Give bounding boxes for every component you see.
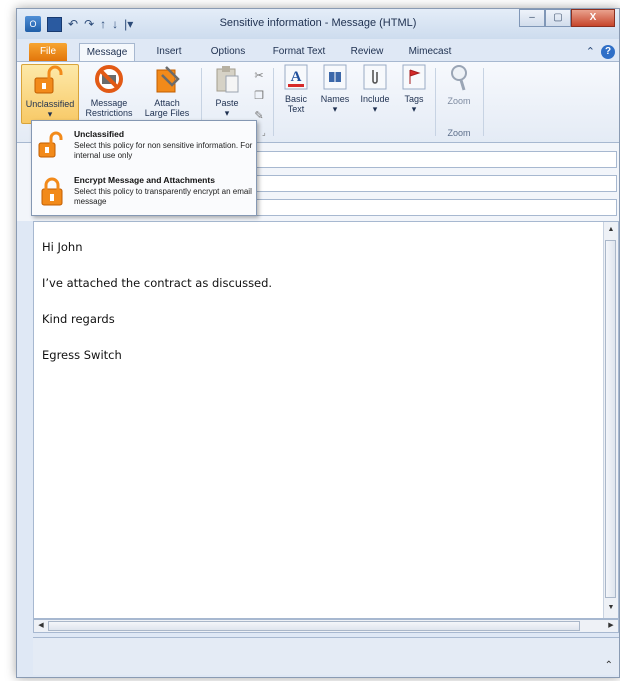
tags-dropdown-icon: ▾: [411, 104, 417, 114]
unlocked-padlock-icon: [38, 131, 63, 158]
include-dropdown-icon: ▾: [372, 104, 378, 114]
subject-field[interactable]: [253, 199, 617, 216]
message-restrictions-label-1: Message: [90, 98, 128, 108]
names-label: Names: [320, 94, 350, 104]
ribbon-separator: [483, 68, 484, 136]
tab-mimecast[interactable]: Mimecast: [401, 43, 459, 61]
body-line: Kind regards: [42, 312, 115, 326]
attach-large-files-icon: [156, 66, 180, 93]
names-button[interactable]: Names ▾: [317, 64, 353, 114]
flag-icon: [402, 64, 426, 90]
scroll-right-icon[interactable]: ▶: [606, 620, 616, 632]
clipboard-icon: [216, 66, 239, 93]
paste-button[interactable]: Paste ▾: [207, 64, 247, 118]
message-body[interactable]: Hi John I’ve attached the contract as di…: [33, 221, 619, 619]
attach-label-1: Attach: [154, 98, 180, 108]
minimize-button[interactable]: –: [519, 9, 545, 27]
paperclip-icon: [363, 64, 387, 90]
include-button[interactable]: Include ▾: [355, 64, 395, 114]
paste-dropdown-icon: ▾: [224, 108, 230, 118]
window-controls: – ▢ X: [519, 9, 615, 27]
help-icon[interactable]: ?: [601, 45, 615, 59]
attach-label-2: Large Files: [144, 108, 190, 118]
encrypt-option-desc: Select this policy to transparently encr…: [74, 187, 252, 206]
horizontal-scroll-thumb[interactable]: [48, 621, 580, 631]
tab-format-text[interactable]: Format Text: [265, 43, 333, 61]
people-pane-bar: ⌃: [33, 637, 619, 675]
tags-button[interactable]: Tags ▾: [397, 64, 431, 114]
unclassified-button[interactable]: Unclassified ▾: [21, 64, 79, 124]
basic-text-button[interactable]: A Basic Text: [279, 64, 313, 114]
zoom-label: Zoom: [447, 96, 471, 106]
zoom-button[interactable]: Zoom: [441, 64, 477, 106]
message-restrictions-label-2: Restrictions: [85, 108, 133, 118]
unclassified-option-title: Unclassified: [74, 129, 125, 139]
encrypt-option-title: Encrypt Message and Attachments: [74, 175, 215, 185]
cc-field[interactable]: [253, 175, 617, 192]
unlocked-padlock-icon: [34, 65, 63, 94]
unclassified-option-desc: Select this policy for non sensitive inf…: [74, 141, 253, 160]
to-field[interactable]: [253, 151, 617, 168]
body-line: Hi John: [42, 240, 83, 254]
title-bar: O ↶ ↷ ↑ ↓ |▾ Sensitive information - Mes…: [17, 9, 619, 39]
ribbon-tabs: File Message Insert Options Format Text …: [17, 39, 619, 61]
vertical-scrollbar[interactable]: ▲ ▼: [603, 222, 618, 618]
scroll-down-icon[interactable]: ▼: [606, 602, 616, 614]
basic-text-label-1: Basic: [284, 94, 307, 104]
maximize-button[interactable]: ▢: [545, 9, 571, 27]
attach-large-files-button[interactable]: Attach Large Files: [139, 64, 195, 118]
copy-icon[interactable]: ❐: [251, 86, 267, 106]
dropdown-arrow-icon: ▾: [47, 109, 53, 119]
svg-text:A: A: [291, 69, 302, 85]
unclassified-label: Unclassified: [25, 99, 75, 109]
clipboard-launcher-icon[interactable]: ⌟: [262, 128, 266, 137]
expand-people-pane-icon[interactable]: ⌃: [605, 660, 613, 671]
body-line: I’ve attached the contract as discussed.: [42, 276, 273, 290]
include-label: Include: [360, 94, 390, 104]
zoom-group-label: Zoom: [447, 128, 471, 138]
outlook-message-window: O ↶ ↷ ↑ ↓ |▾ Sensitive information - Mes…: [16, 8, 620, 678]
unclassified-option[interactable]: Unclassified Select this policy for non …: [32, 123, 256, 169]
ribbon-separator: [273, 68, 274, 136]
body-line: Egress Switch: [42, 348, 122, 362]
scroll-up-icon[interactable]: ▲: [606, 224, 616, 236]
tab-file[interactable]: File: [29, 43, 67, 61]
magnifier-icon: [451, 65, 467, 91]
horizontal-scrollbar[interactable]: ◀ ▶: [33, 619, 619, 633]
tab-insert[interactable]: Insert: [147, 43, 191, 61]
ribbon-right-controls: ⌃ ?: [586, 45, 615, 59]
classification-dropdown: Unclassified Select this policy for non …: [31, 120, 257, 216]
basic-text-label-2: Text: [287, 104, 305, 114]
minimize-ribbon-icon[interactable]: ⌃: [586, 45, 595, 59]
scroll-left-icon[interactable]: ◀: [36, 620, 46, 632]
vertical-scroll-thumb[interactable]: [605, 240, 616, 598]
tags-label: Tags: [404, 94, 424, 104]
address-book-icon: [323, 64, 347, 90]
font-color-icon: A: [284, 64, 308, 90]
locked-padlock-icon: [41, 177, 63, 206]
names-dropdown-icon: ▾: [332, 104, 338, 114]
tab-message[interactable]: Message: [79, 43, 135, 61]
close-button[interactable]: X: [571, 9, 615, 27]
clipboard-small-tools: ✂ ❐ ✎: [251, 66, 267, 126]
encrypt-option[interactable]: Encrypt Message and Attachments Select t…: [32, 169, 256, 215]
cut-icon[interactable]: ✂: [251, 66, 267, 86]
message-restrictions-button[interactable]: Message Restrictions: [81, 64, 137, 118]
paste-label: Paste: [215, 98, 239, 108]
ribbon-separator: [435, 68, 436, 136]
restriction-icon: [95, 65, 123, 93]
tab-options[interactable]: Options: [201, 43, 255, 61]
tab-review[interactable]: Review: [343, 43, 391, 61]
